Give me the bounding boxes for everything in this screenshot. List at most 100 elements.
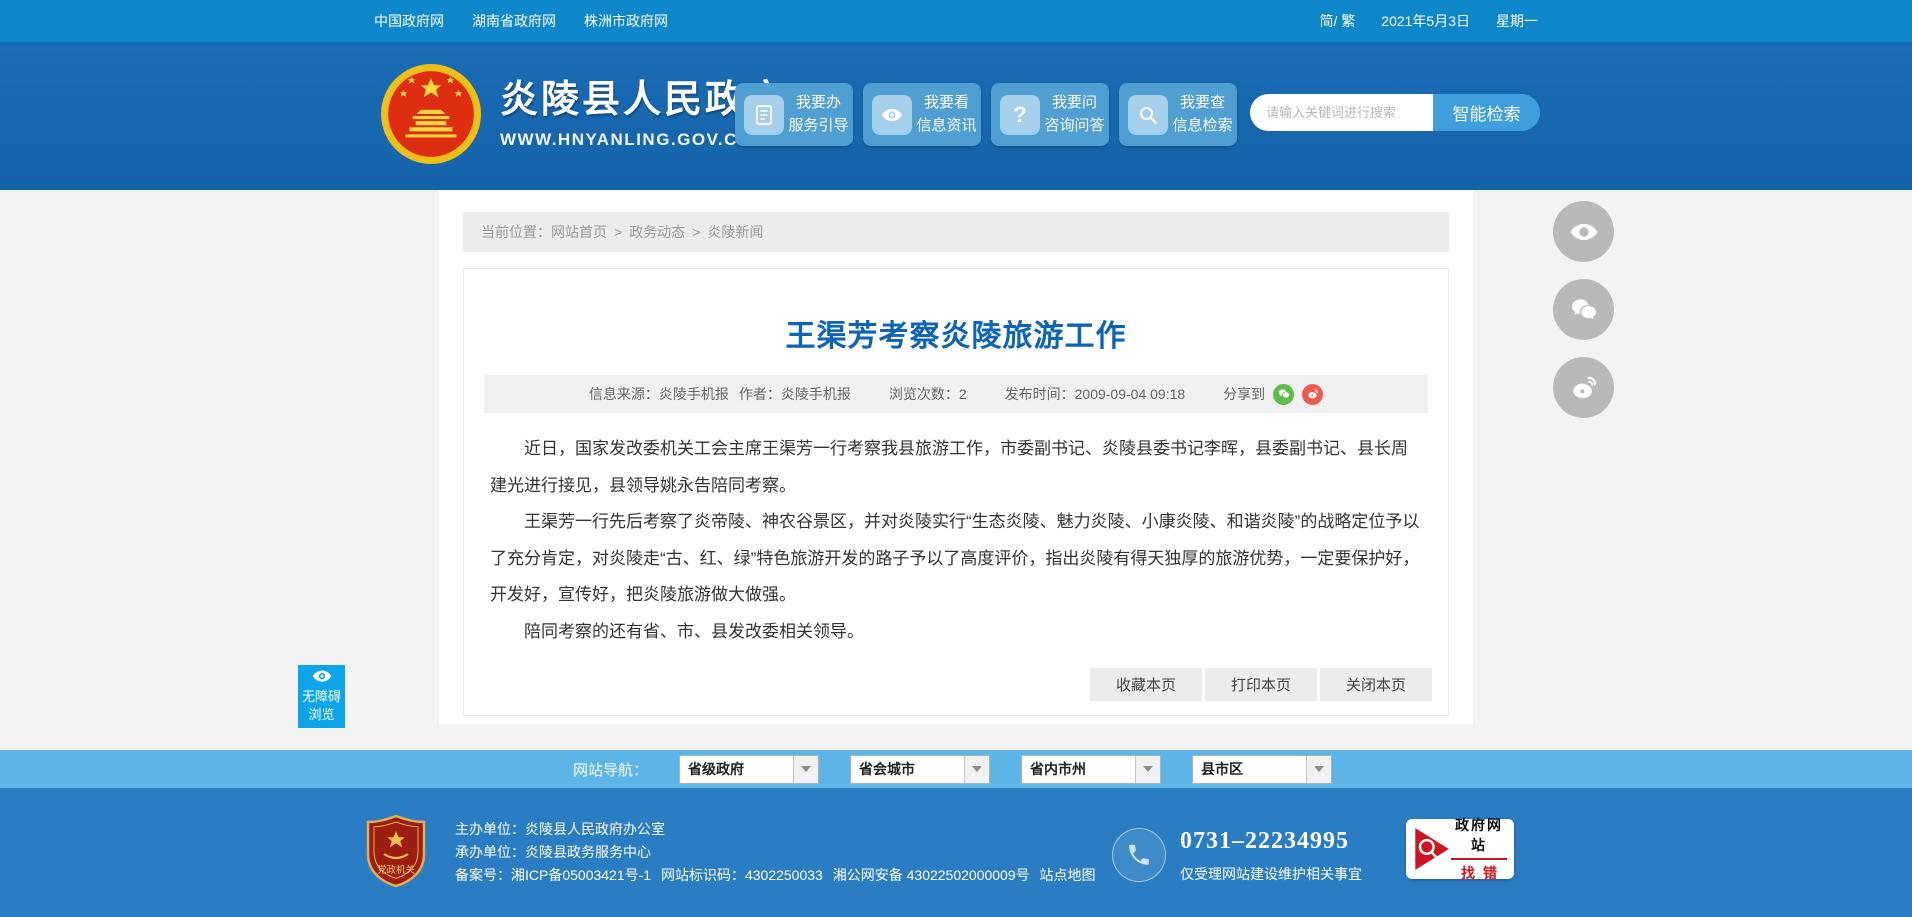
select-capital-cities[interactable]: 省会城市	[850, 754, 991, 784]
party-gov-badge[interactable]: 党政机关	[364, 814, 428, 888]
article-title: 王渠芳考察炎陵旅游工作	[785, 320, 1127, 353]
search-button[interactable]: 智能检索	[1433, 94, 1540, 131]
share-wechat-icon[interactable]	[1273, 383, 1295, 405]
service-button-woyaocha[interactable]: 我要查 信息检索	[1119, 83, 1237, 146]
print-page-button[interactable]: 打印本页	[1205, 668, 1317, 701]
article-meta-bar: 信息来源： 炎陵手机报 作者： 炎陵手机报 浏览次数： 2 发布时间： 2009-09-…	[484, 375, 1428, 413]
accessibility-eye-button[interactable]	[1553, 201, 1614, 262]
organizer-value: 炎陵县人民政府办公室	[525, 821, 665, 837]
search-input[interactable]	[1250, 94, 1433, 131]
select-county-districts[interactable]: 县市区	[1192, 754, 1333, 784]
breadcrumb-section[interactable]: 政务动态	[629, 222, 685, 242]
site-footer: 党政机关 主办单位：炎陵县人民政府办公室 承办单位：炎陵县政务服务中心 备案号：…	[0, 788, 1912, 917]
floating-toolbar	[1553, 201, 1614, 418]
select-capital-cities-wrap: 省会城市	[850, 754, 991, 784]
organizer-line: 主办单位：炎陵县人民政府办公室	[455, 818, 1096, 841]
top-utility-bar: 中国政府网 湖南省政府网 株洲市政府网 简/ 繁 2021年5月3日 星期一	[0, 0, 1912, 42]
national-emblem-logo	[381, 64, 481, 164]
question-icon: ?	[1000, 94, 1040, 135]
site-url: WWW.HNYANLING.GOV.CN	[500, 130, 752, 149]
topbar-link-zhuzhou-gov[interactable]: 株洲市政府网	[584, 11, 668, 31]
eye-icon	[312, 670, 331, 682]
undertaker-value: 炎陵县政务服务中心	[525, 844, 651, 860]
sitemap-link[interactable]: 站点地图	[1040, 867, 1096, 883]
error-report-magnifier-icon	[1415, 828, 1449, 870]
topbar-link-hunan-gov[interactable]: 湖南省政府网	[472, 11, 556, 31]
accessibility-browse-button[interactable]: 无障碍 浏览	[298, 665, 345, 728]
share-label: 分享到	[1223, 386, 1266, 402]
breadcrumb: 当前位置： 网站首页 > 政务动态 > 炎陵新闻	[463, 212, 1449, 252]
favorite-page-button[interactable]: 收藏本页	[1090, 668, 1202, 701]
service-label: 我要查 信息检索	[1172, 94, 1233, 134]
service-button-woyaoban[interactable]: 我要办 服务引导	[735, 83, 853, 146]
document-icon	[744, 94, 784, 135]
meta-author-label: 作者：	[738, 386, 781, 402]
error-report-line2: 找错	[1461, 865, 1505, 881]
quick-services: 我要办 服务引导 我要看 信息资讯 ? 我要问 咨询问答 我要查 信息检索	[735, 83, 1237, 146]
current-weekday: 星期一	[1496, 13, 1538, 29]
select-county-districts-wrap: 县市区	[1192, 754, 1333, 784]
meta-views: 2	[958, 386, 967, 402]
contact-phone: 0731–22234995	[1180, 828, 1349, 854]
accessibility-label-line2: 浏览	[308, 706, 335, 722]
page-actions: 收藏本页 打印本页 关闭本页	[1090, 668, 1432, 701]
topbar-right: 简/ 繁 2021年5月3日 星期一	[1320, 11, 1539, 31]
breadcrumb-label: 当前位置：	[481, 224, 551, 240]
service-label: 我要办 服务引导	[788, 94, 849, 134]
breadcrumb-home[interactable]: 网站首页	[551, 222, 607, 242]
topbar-link-china-gov[interactable]: 中国政府网	[374, 11, 444, 31]
eye-icon	[1570, 223, 1597, 240]
wechat-icon	[1571, 298, 1596, 319]
weibo-share-button[interactable]	[1553, 357, 1614, 418]
eye-icon	[872, 94, 912, 135]
meta-publish-label: 发布时间：	[1004, 386, 1075, 402]
site-header: 炎陵县人民政府 WWW.HNYANLING.GOV.CN 我要办 服务引导 我要看…	[0, 42, 1912, 190]
footer-info: 主办单位：炎陵县人民政府办公室 承办单位：炎陵县政务服务中心 备案号：湘ICP备…	[455, 818, 1096, 887]
article-paragraph: 王渠芳一行先后考察了炎帝陵、神农谷景区，并对炎陵实行“生态炎陵、魅力炎陵、小康炎…	[490, 512, 1420, 605]
party-gov-badge-label: 党政机关	[377, 864, 416, 876]
error-report-line1: 政府网站	[1451, 815, 1507, 860]
weibo-icon	[1572, 376, 1596, 398]
organizer-label: 主办单位：	[455, 821, 525, 837]
select-provincial-gov[interactable]: 省级政府	[679, 754, 820, 784]
magnifier-icon	[1128, 94, 1168, 135]
meta-source: 炎陵手机报	[658, 386, 729, 402]
lang-toggle[interactable]: 简/ 繁	[1320, 11, 1356, 31]
main-area: 当前位置： 网站首页 > 政务动态 > 炎陵新闻 王渠芳考察炎陵旅游工作 信息来…	[0, 190, 1912, 750]
icp-number: 备案号：湘ICP备05003421号-1	[455, 867, 652, 883]
select-province-cities[interactable]: 省内市州	[1021, 754, 1162, 784]
meta-publish-time: 2009-09-04 09:18	[1074, 386, 1186, 402]
wechat-share-button[interactable]	[1553, 279, 1614, 340]
current-date: 2021年5月3日	[1381, 13, 1470, 29]
article-paragraph: 近日，国家发改委机关工会主席王渠芳一行考察我县旅游工作，市委副书记、炎陵县委书记…	[490, 439, 1408, 495]
error-report-text: 政府网站 找错	[1451, 815, 1507, 883]
icp-line: 备案号：湘ICP备05003421号-1 网站标识码：4302250033 湘公…	[455, 864, 1096, 887]
site-navigation-strip: 网站导航： 省级政府 省会城市 省内市州 县市区	[0, 750, 1912, 788]
select-provincial-gov-wrap: 省级政府	[679, 754, 820, 784]
security-record: 湘公网安备 43022502000009号	[832, 867, 1030, 883]
share-weibo-icon[interactable]	[1302, 383, 1324, 405]
phone-icon	[1112, 828, 1166, 882]
select-province-cities-wrap: 省内市州	[1021, 754, 1162, 784]
service-button-woyaokan[interactable]: 我要看 信息资讯	[863, 83, 981, 146]
gov-site-error-report-badge[interactable]: 政府网站 找错	[1406, 817, 1514, 881]
breadcrumb-separator: >	[692, 224, 701, 240]
service-button-woyaowen[interactable]: ? 我要问 咨询问答	[991, 83, 1109, 146]
close-page-button[interactable]: 关闭本页	[1320, 668, 1432, 701]
article-paragraph: 陪同考察的还有省、市、县发改委相关领导。	[524, 621, 864, 641]
contact-phone-note: 仅受理网站建设维护相关事宜	[1180, 866, 1362, 882]
article-card: 王渠芳考察炎陵旅游工作 信息来源： 炎陵手机报 作者： 炎陵手机报 浏览次数： 2 发…	[463, 268, 1449, 716]
site-search: 智能检索	[1250, 94, 1540, 131]
undertaker-label: 承办单位：	[455, 844, 525, 860]
site-code: 网站标识码：4302250033	[660, 867, 823, 883]
meta-views-label: 浏览次数：	[888, 386, 959, 402]
breadcrumb-current[interactable]: 炎陵新闻	[707, 222, 763, 242]
breadcrumb-separator: >	[614, 224, 623, 240]
accessibility-label-line1: 无障碍	[301, 689, 341, 704]
meta-source-label: 信息来源：	[588, 386, 659, 402]
article-body: 近日，国家发改委机关工会主席王渠芳一行考察我县旅游工作，市委副书记、炎陵县委书记…	[490, 431, 1422, 650]
service-label: 我要看 信息资讯	[916, 94, 977, 134]
site-nav-label: 网站导航：	[573, 761, 649, 779]
service-label: 我要问 咨询问答	[1044, 94, 1105, 134]
meta-author: 炎陵手机报	[780, 386, 851, 402]
